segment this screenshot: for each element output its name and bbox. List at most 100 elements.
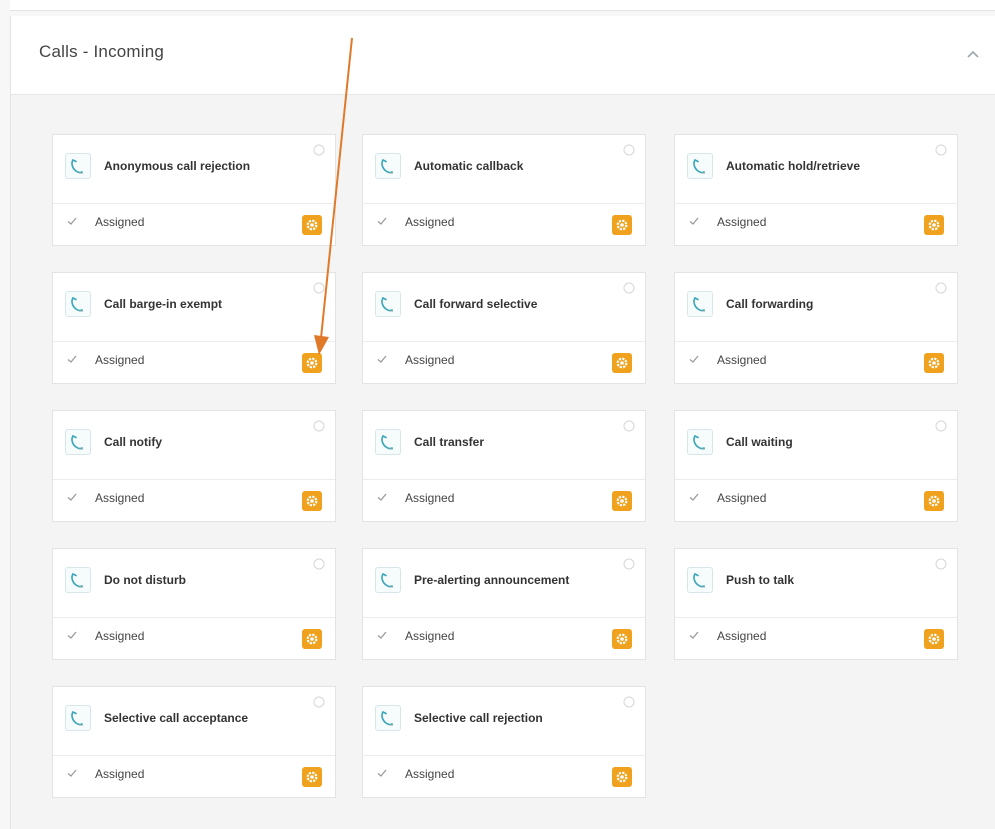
card-title: Selective call rejection [414, 711, 543, 725]
card-title: Automatic hold/retrieve [726, 159, 861, 173]
card-header [675, 411, 957, 480]
service-card: Call waiting Assigned [674, 410, 958, 522]
assigned-status: Assigned [717, 629, 767, 643]
checkmark-icon [687, 352, 701, 366]
card-title: Anonymous call rejection [104, 159, 251, 173]
gear-icon[interactable] [612, 629, 632, 649]
card-header [675, 273, 957, 342]
gear-icon[interactable] [924, 629, 944, 649]
phone-handset-icon [687, 291, 713, 317]
assigned-status: Assigned [405, 629, 455, 643]
service-card: Selective call acceptance Assigned [52, 686, 336, 798]
phone-handset-icon [65, 705, 91, 731]
checkmark-icon [375, 490, 389, 504]
phone-handset-icon [375, 567, 401, 593]
info-icon[interactable] [313, 281, 325, 294]
panel-header[interactable]: Calls - Incoming [11, 16, 995, 95]
phone-handset-icon [65, 153, 91, 179]
card-title: Push to talk [726, 573, 795, 587]
card-title: Automatic callback [414, 159, 524, 173]
service-card: Call forward selective Assigned [362, 272, 646, 384]
service-card: Call transfer Assigned [362, 410, 646, 522]
gear-icon[interactable] [302, 215, 322, 235]
checkmark-icon [375, 628, 389, 642]
card-title: Call transfer [414, 435, 485, 449]
assigned-status: Assigned [95, 767, 145, 781]
gear-icon[interactable] [924, 353, 944, 373]
gear-icon[interactable] [302, 629, 322, 649]
card-title: Call forward selective [414, 297, 538, 311]
gear-icon[interactable] [302, 353, 322, 373]
info-icon[interactable] [935, 281, 947, 294]
assigned-status: Assigned [717, 353, 767, 367]
checkmark-icon [65, 628, 79, 642]
service-card: Pre-alerting announcement Assigned [362, 548, 646, 660]
assigned-status: Assigned [95, 491, 145, 505]
card-title: Pre-alerting announcement [414, 573, 570, 587]
checkmark-icon [65, 214, 79, 228]
info-icon[interactable] [313, 557, 325, 570]
assigned-status: Assigned [717, 215, 767, 229]
card-title: Call waiting [726, 435, 793, 449]
phone-handset-icon [375, 291, 401, 317]
card-title: Do not disturb [104, 573, 186, 587]
service-card: Call forwarding Assigned [674, 272, 958, 384]
checkmark-icon [687, 490, 701, 504]
assigned-status: Assigned [95, 215, 145, 229]
info-icon[interactable] [623, 281, 635, 294]
phone-handset-icon [687, 567, 713, 593]
card-header [53, 549, 335, 618]
info-icon[interactable] [623, 143, 635, 156]
card-title: Selective call acceptance [104, 711, 249, 725]
assigned-status: Assigned [405, 491, 455, 505]
gear-icon[interactable] [612, 767, 632, 787]
assigned-status: Assigned [405, 767, 455, 781]
card-header [675, 549, 957, 618]
service-card: Automatic hold/retrieve Assigned [674, 134, 958, 246]
service-card: Selective call rejection Assigned [362, 686, 646, 798]
checkmark-icon [687, 214, 701, 228]
assigned-status: Assigned [717, 491, 767, 505]
section-title: Calls - Incoming [39, 42, 165, 61]
info-icon[interactable] [623, 695, 635, 708]
info-icon[interactable] [935, 419, 947, 432]
checkmark-icon [65, 352, 79, 366]
gear-icon[interactable] [924, 215, 944, 235]
assigned-status: Assigned [405, 353, 455, 367]
info-icon[interactable] [313, 143, 325, 156]
info-icon[interactable] [313, 419, 325, 432]
phone-handset-icon [65, 429, 91, 455]
assigned-status: Assigned [405, 215, 455, 229]
card-title: Call barge-in exempt [104, 297, 223, 311]
checkmark-icon [65, 766, 79, 780]
gear-icon[interactable] [612, 491, 632, 511]
info-icon[interactable] [313, 695, 325, 708]
info-icon[interactable] [935, 557, 947, 570]
info-icon[interactable] [935, 143, 947, 156]
service-card: Call barge-in exempt Assigned [52, 272, 336, 384]
phone-handset-icon [375, 705, 401, 731]
card-title: Call notify [104, 435, 163, 449]
checkmark-icon [375, 766, 389, 780]
phone-handset-icon [687, 429, 713, 455]
card-title: Call forwarding [726, 297, 814, 311]
card-header [53, 411, 335, 480]
service-card: Do not disturb Assigned [52, 548, 336, 660]
gear-icon[interactable] [302, 767, 322, 787]
info-icon[interactable] [623, 557, 635, 570]
checkmark-icon [687, 628, 701, 642]
gear-icon[interactable] [302, 491, 322, 511]
assigned-status: Assigned [95, 629, 145, 643]
chevron-up-icon[interactable] [959, 40, 987, 68]
phone-handset-icon [687, 153, 713, 179]
card-header [363, 411, 645, 480]
gear-icon[interactable] [612, 353, 632, 373]
phone-handset-icon [65, 291, 91, 317]
info-icon[interactable] [623, 419, 635, 432]
assigned-status: Assigned [95, 353, 145, 367]
gear-icon[interactable] [924, 491, 944, 511]
checkmark-icon [65, 490, 79, 504]
phone-handset-icon [375, 429, 401, 455]
service-card: Push to talk Assigned [674, 548, 958, 660]
gear-icon[interactable] [612, 215, 632, 235]
